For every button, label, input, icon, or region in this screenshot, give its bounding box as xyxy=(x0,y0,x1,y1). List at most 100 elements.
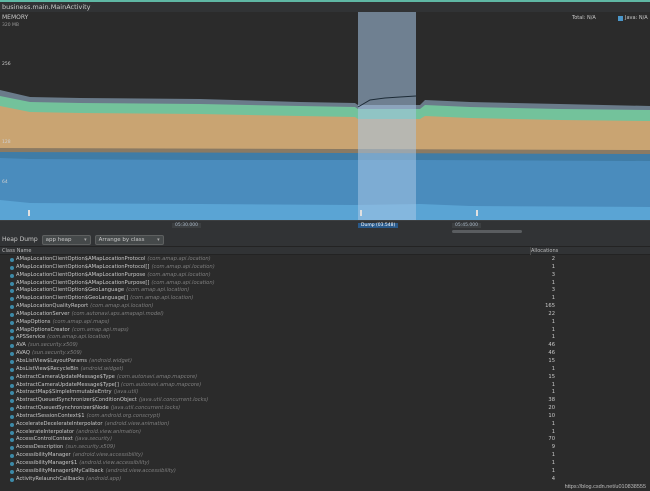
table-row[interactable]: AMapOptions (com.amap.api.maps) 1 xyxy=(0,319,650,327)
class-package: (com.amap.api.location) xyxy=(151,279,215,286)
class-cell: AccessControlContext (java.security) xyxy=(16,436,112,444)
class-cell: AMapLocationClientOption$AMapLocationPur… xyxy=(16,272,211,280)
table-row[interactable]: APSService (com.amap.api.location) 1 xyxy=(0,334,650,342)
class-icon xyxy=(10,461,14,466)
timeline-tick: 05:45.000 xyxy=(452,223,481,228)
table-row[interactable]: AccelerateInterpolator (android.view.anim… xyxy=(0,429,650,437)
class-package: (java.util.concurrent.locks) xyxy=(110,405,181,412)
class-cell: AbsListView$LayoutParams (android.widget) xyxy=(16,358,132,366)
class-package: (com.amap.api.maps) xyxy=(52,318,110,325)
table-row[interactable]: AVAQ (sun.security.x509) 46 xyxy=(0,350,650,358)
table-row[interactable]: AMapOptionsCreator (com.amap.api.maps) 1 xyxy=(0,327,650,335)
allocation-count: 4 xyxy=(551,475,555,482)
class-name: AMapLocationClientOption$AMapLocationPro… xyxy=(16,263,150,270)
table-row[interactable]: AVA (sun.security.x509) 46 xyxy=(0,342,650,350)
class-icon xyxy=(10,289,14,294)
table-row[interactable]: ActivityRelaunchCallbacks (android.app) 4 xyxy=(0,476,650,484)
y-axis-label: 256 xyxy=(2,62,11,67)
allocation-count: 1 xyxy=(551,334,555,341)
table-row[interactable]: AbstractCameraUpdateMessage$Type[] (com.a… xyxy=(0,382,650,390)
table-row[interactable]: AbstractCameraUpdateMessage$Type (com.aut… xyxy=(0,374,650,382)
class-package: (com.autonavi.aps.amapapi.model) xyxy=(71,310,164,317)
heap-select[interactable]: app heap ▾ xyxy=(41,234,91,245)
class-package: (com.amap.api.location) xyxy=(147,271,211,278)
class-package: (com.autonavi.amap.mapcore) xyxy=(120,381,202,388)
class-icon xyxy=(10,430,14,435)
allocation-count: 1 xyxy=(551,279,555,286)
table-row[interactable]: AccessibilityManager$MyCallback (android.… xyxy=(0,468,650,476)
class-cell: AVA (sun.security.x509) xyxy=(16,342,78,350)
class-icon xyxy=(10,297,14,302)
allocation-count: 15 xyxy=(548,373,555,380)
class-icon xyxy=(10,383,14,388)
timeline[interactable]: 05:30.000 Dump (03.548) 05:45.000 xyxy=(0,220,650,233)
column-allocations[interactable]: Allocations xyxy=(531,248,558,254)
table-row[interactable]: AMapLocationClientOption$GeoLanguage[] (c… xyxy=(0,295,650,303)
gc-marker xyxy=(28,210,30,216)
class-name: AbsListView$LayoutParams xyxy=(16,357,87,364)
class-name: AbsListView$RecycleBin xyxy=(16,365,79,372)
class-package: (com.amap.api.maps) xyxy=(71,326,129,333)
table-row[interactable]: AbstractQueuedSynchronizer$Node (java.uti… xyxy=(0,405,650,413)
legend-java-label: Java: N/A xyxy=(625,15,648,21)
table-row[interactable]: AbsListView$LayoutParams (android.widget)… xyxy=(0,358,650,366)
table-row[interactable]: AMapLocationServer (com.autonavi.aps.amap… xyxy=(0,311,650,319)
class-package: (com.android.org.conscrypt) xyxy=(86,412,161,419)
table-row[interactable]: AMapLocationClientOption$AMapLocationPur… xyxy=(0,272,650,280)
window-title: business.main.MainActivity xyxy=(0,0,650,12)
class-package: (sun.security.x509) xyxy=(27,342,78,349)
class-package: (android.view.accessibility) xyxy=(79,459,150,466)
table-row[interactable]: AMapLocationQualityReport (com.amap.api.l… xyxy=(0,303,650,311)
class-cell: AMapLocationQualityReport (com.amap.api.l… xyxy=(16,303,153,311)
class-package: (android.widget) xyxy=(80,365,124,372)
class-cell: AMapLocationClientOption$AMapLocationPro… xyxy=(16,256,211,264)
class-name: AccessibilityManager$MyCallback xyxy=(16,467,104,474)
class-package: (java.security) xyxy=(74,436,113,443)
allocation-count: 46 xyxy=(548,350,555,357)
column-class-name[interactable]: Class Name xyxy=(2,248,32,254)
class-cell: ActivityRelaunchCallbacks (android.app) xyxy=(16,476,121,484)
table-row[interactable]: AccessibilityManager (android.view.access… xyxy=(0,452,650,460)
class-package: (sun.security.x509) xyxy=(65,444,116,451)
table-row[interactable]: AMapLocationClientOption$GeoLanguage (com… xyxy=(0,287,650,295)
allocation-count: 1 xyxy=(551,295,555,302)
table-row[interactable]: AccessibilityManager$1 (android.view.acce… xyxy=(0,460,650,468)
class-cell: AMapOptionsCreator (com.amap.api.maps) xyxy=(16,327,129,335)
table-row[interactable]: AbsListView$RecycleBin (android.widget) 1 xyxy=(0,366,650,374)
memory-chart-svg xyxy=(0,12,650,220)
class-cell: AMapLocationClientOption$GeoLanguage[] (c… xyxy=(16,295,193,303)
class-icon xyxy=(10,281,14,286)
allocation-count: 1 xyxy=(551,428,555,435)
table-row[interactable]: AMapLocationClientOption$AMapLocationPur… xyxy=(0,280,650,288)
table-row[interactable]: AccelerateDecelerateInterpolator (android… xyxy=(0,421,650,429)
class-package: (android.view.accessibility) xyxy=(72,452,144,459)
arrange-select[interactable]: Arrange by class ▾ xyxy=(94,234,164,245)
table-row[interactable]: AbstractQueuedSynchronizer$ConditionObje… xyxy=(0,397,650,405)
watermark: https://blog.csdn.net/u010838555 xyxy=(564,484,646,490)
class-icon xyxy=(10,273,14,278)
table-row[interactable]: AccessDescription (sun.security.x509) 9 xyxy=(0,444,650,452)
table-row[interactable]: AbstractMap$SimpleImmutableEntry (java.ut… xyxy=(0,389,650,397)
table-row[interactable]: AMapLocationClientOption$AMapLocationPro… xyxy=(0,264,650,272)
class-name: AccessibilityManager xyxy=(16,452,71,459)
class-cell: AbstractMap$SimpleImmutableEntry (java.ut… xyxy=(16,389,138,397)
allocation-count: 1 xyxy=(551,452,555,459)
class-icon xyxy=(10,399,14,404)
class-icon xyxy=(10,469,14,474)
class-cell: AMapOptions (com.amap.api.maps) xyxy=(16,319,109,327)
table-row[interactable]: AbstractSessionContext$1 (com.android.org… xyxy=(0,413,650,421)
dump-marker[interactable]: Dump (03.548) xyxy=(358,223,399,228)
allocation-count: 1 xyxy=(551,459,555,466)
gc-marker xyxy=(476,210,478,216)
class-icon xyxy=(10,367,14,372)
table-row[interactable]: AMapLocationClientOption$AMapLocationPro… xyxy=(0,256,650,264)
memory-chart[interactable]: MEMORY 320 MB 256 128 64 Total: N/A Java… xyxy=(0,12,650,220)
class-name: AbstractQueuedSynchronizer$Node xyxy=(16,405,109,412)
heap-dump-label: Heap Dump xyxy=(2,236,38,243)
heap-dump-toolbar: Heap Dump app heap ▾ Arrange by class ▾ xyxy=(0,233,650,247)
heap-select-value: app heap xyxy=(45,236,72,243)
class-name: AbstractQueuedSynchronizer$ConditionObje… xyxy=(16,397,137,404)
table-row[interactable]: AccessControlContext (java.security) 70 xyxy=(0,436,650,444)
class-list[interactable]: AMapLocationClientOption$AMapLocationPro… xyxy=(0,256,650,491)
class-cell: AMapLocationClientOption$AMapLocationPro… xyxy=(16,264,215,272)
